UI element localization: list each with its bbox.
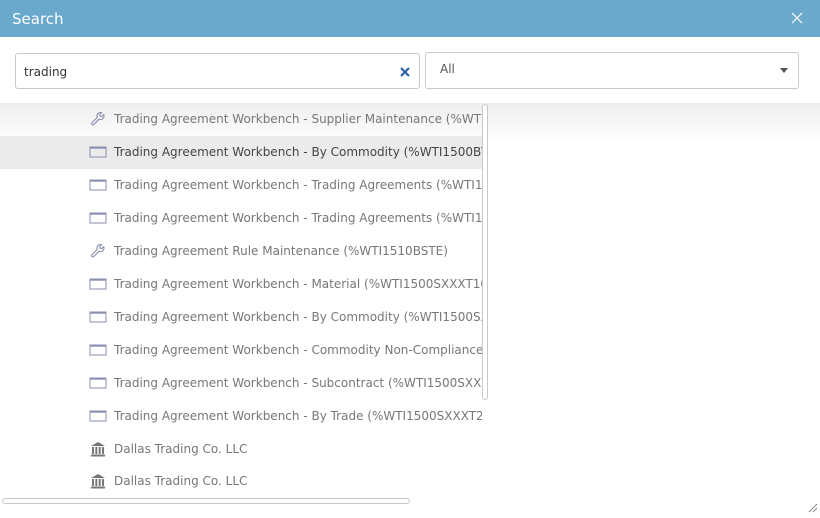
- result-text: Dallas Trading Co. LLC: [114, 474, 248, 488]
- result-text: Trading Agreement Workbench - Supplier M…: [114, 112, 482, 126]
- bank-icon: [89, 440, 107, 458]
- result-text: Trading Agreement Workbench - Trading Ag…: [114, 211, 482, 225]
- filter-dropdown[interactable]: All: [425, 52, 799, 89]
- result-text: Trading Agreement Workbench - By Commodi…: [114, 310, 482, 324]
- dialog-title: Search: [12, 10, 64, 28]
- window-icon: [89, 374, 107, 392]
- result-text: Trading Agreement Workbench - Material (…: [114, 277, 482, 291]
- window-icon: [89, 341, 107, 359]
- results-vertical-scrollbar[interactable]: [482, 104, 488, 400]
- chevron-down-icon: [780, 68, 788, 73]
- result-row[interactable]: Trading Agreement Workbench - Subcontrac…: [0, 367, 484, 400]
- result-text: Trading Agreement Workbench - By Commodi…: [114, 145, 482, 159]
- filter-selected-value: All: [440, 62, 455, 76]
- result-row[interactable]: Trading Agreement Rule Maintenance (%WTI…: [0, 235, 484, 268]
- result-row[interactable]: Trading Agreement Workbench - Trading Ag…: [0, 169, 484, 202]
- result-row[interactable]: Trading Agreement Workbench - Material (…: [0, 268, 484, 301]
- result-row[interactable]: more...Trading Agreement Workbench - By …: [0, 400, 484, 433]
- result-row[interactable]: Trading Agreement Workbench - By Commodi…: [0, 136, 484, 169]
- result-text: Trading Agreement Rule Maintenance (%WTI…: [114, 244, 448, 258]
- result-text: Trading Agreement Workbench - By Trade (…: [114, 409, 482, 423]
- result-text: Dallas Trading Co. LLC: [114, 442, 248, 456]
- close-icon[interactable]: [788, 9, 806, 27]
- window-icon: [89, 308, 107, 326]
- result-text: Trading Agreement Workbench - Subcontrac…: [114, 376, 482, 390]
- search-input[interactable]: [24, 62, 394, 82]
- clear-search-icon[interactable]: [399, 66, 411, 78]
- wrench-icon: [89, 110, 107, 128]
- results-horizontal-scrollbar[interactable]: [2, 498, 410, 504]
- window-icon: [89, 176, 107, 194]
- result-row[interactable]: FunctionsTrading Agreement Workbench - S…: [0, 103, 484, 136]
- results-list: FunctionsTrading Agreement Workbench - S…: [0, 103, 820, 498]
- resize-grip-icon[interactable]: [806, 501, 818, 513]
- dialog-titlebar: Search: [0, 0, 820, 37]
- result-row[interactable]: Trading Agreement Workbench - Commodity …: [0, 334, 484, 367]
- result-row[interactable]: CompaniesDallas Trading Co. LLC: [0, 433, 484, 466]
- window-icon: [89, 143, 107, 161]
- result-row[interactable]: Dallas Trading Co. LLC: [0, 465, 484, 498]
- bank-icon: [89, 472, 107, 490]
- window-icon: [89, 407, 107, 425]
- result-row[interactable]: Trading Agreement Workbench - By Commodi…: [0, 301, 484, 334]
- result-text: Trading Agreement Workbench - Commodity …: [114, 343, 482, 357]
- result-row[interactable]: Trading Agreement Workbench - Trading Ag…: [0, 202, 484, 235]
- wrench-icon: [89, 242, 107, 260]
- window-icon: [89, 275, 107, 293]
- search-box: [15, 53, 420, 89]
- window-icon: [89, 209, 107, 227]
- result-text: Trading Agreement Workbench - Trading Ag…: [114, 178, 482, 192]
